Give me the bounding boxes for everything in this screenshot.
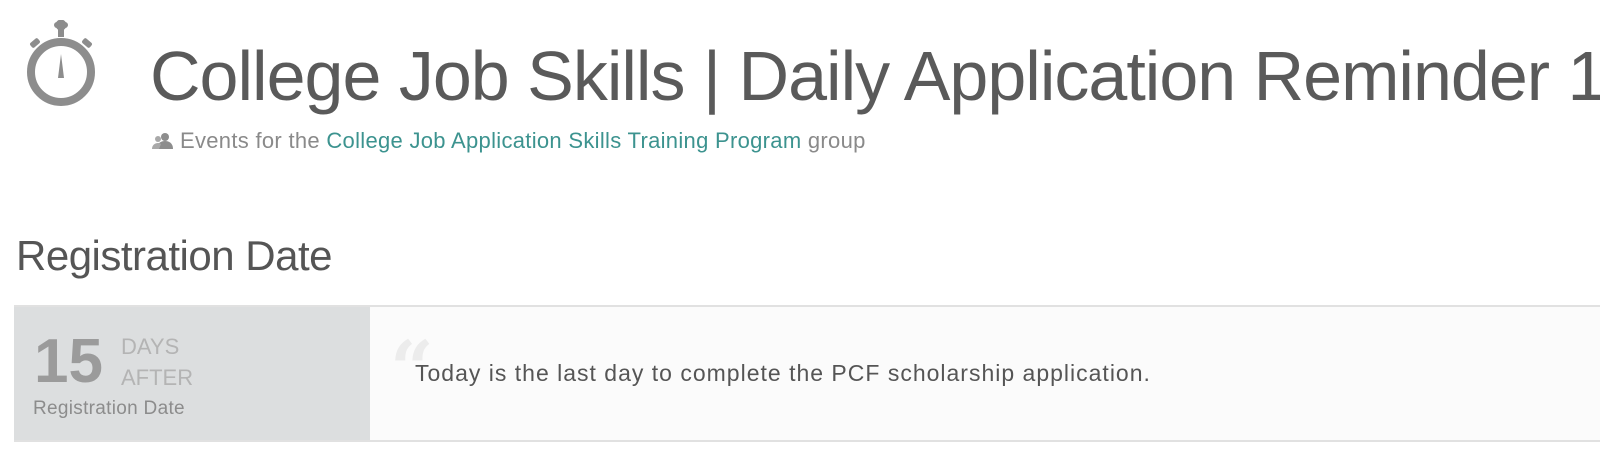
group-link[interactable]: College Job Application Skills Training … bbox=[326, 128, 801, 153]
subtitle-prefix: Events for the bbox=[180, 128, 327, 153]
offset-number: 15 bbox=[34, 327, 103, 396]
stopwatch-icon bbox=[27, 20, 95, 106]
group-icon bbox=[152, 133, 173, 149]
page-title: College Job Skills | Daily Application R… bbox=[150, 37, 1600, 115]
offset-panel: 15 DAYS AFTER Registration Date bbox=[14, 307, 370, 440]
offset-reference: Registration Date bbox=[33, 398, 185, 419]
subtitle-suffix: group bbox=[801, 128, 866, 153]
event-card: 15 DAYS AFTER Registration Date “ Today … bbox=[14, 305, 1600, 442]
section-heading: Registration Date bbox=[16, 232, 333, 279]
offset-unit: DAYS bbox=[121, 334, 180, 359]
event-page: College Job Skills | Daily Application R… bbox=[0, 0, 1600, 464]
group-subtitle: Events for the College Job Application S… bbox=[152, 126, 866, 156]
offset-direction: AFTER bbox=[121, 365, 194, 390]
event-message: Today is the last day to complete the PC… bbox=[415, 360, 1151, 386]
